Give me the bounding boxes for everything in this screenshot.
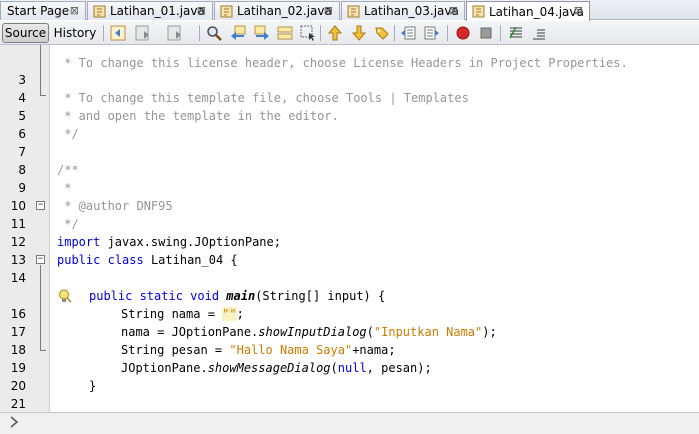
code-line-15: String nama = ""; <box>0 269 699 321</box>
toolbar-separator <box>447 25 448 41</box>
code-line-8: 8 * <box>0 143 699 195</box>
start-macro-icon[interactable] <box>455 25 471 41</box>
code-line-5: 5 */ <box>0 89 699 141</box>
forward-icon[interactable] <box>135 25 151 41</box>
code-editor[interactable]: − − * To change this license header, cho… <box>0 45 699 412</box>
code-line-19: 19 } <box>0 341 699 393</box>
code-line-18: 18 JOptionPane.showMessageDialog(null, p… <box>0 323 699 375</box>
tab-label: Latihan_04.java <box>489 4 584 19</box>
next-bookmark-icon[interactable] <box>351 25 367 41</box>
select-icon[interactable] <box>300 25 316 41</box>
tab-label: Latihan_03.java <box>364 4 459 18</box>
code-line-9: 9 * @author DNF95 <box>0 161 699 213</box>
close-icon[interactable]: ⊠ <box>70 4 79 17</box>
stop-macro-icon[interactable] <box>478 25 494 41</box>
code-line-12: 12 public class Latihan_04 { <box>0 215 699 267</box>
toggle-bookmark-icon[interactable] <box>374 25 390 41</box>
tab-label: Latihan_01.java <box>110 4 205 18</box>
code-line-16: 16 nama = JOptionPane.showInputDialog("I… <box>0 287 699 339</box>
source-button[interactable]: Source <box>2 23 49 43</box>
java-file-icon <box>220 5 233 18</box>
tab-latihan-03[interactable]: Latihan_03.java ⊠ <box>341 1 465 20</box>
toolbar-separator <box>103 25 104 41</box>
code-line-6: 6 <box>0 107 699 141</box>
toolbar-separator <box>394 25 395 41</box>
code-line-4: 4 * and open the template in the editor. <box>0 71 699 123</box>
find-next-icon[interactable] <box>254 25 270 41</box>
previous-bookmark-icon[interactable] <box>327 25 343 41</box>
tab-latihan-04[interactable]: Latihan_04.java ⊠ <box>466 1 590 21</box>
editor-toolbar: Source History <box>0 21 699 45</box>
shift-right-icon[interactable] <box>424 25 440 41</box>
close-icon[interactable]: ⊠ <box>449 4 458 17</box>
expand-chevron-icon[interactable] <box>8 415 20 433</box>
code-line-14: 14 public static void main(String[] inpu… <box>0 251 699 303</box>
code-line-22: 22 <box>0 395 699 412</box>
tab-start-page[interactable]: Start Page ⊠ <box>0 1 86 20</box>
java-file-icon <box>93 5 106 18</box>
toolbar-separator <box>199 25 200 41</box>
toolbar-separator <box>500 25 501 41</box>
toggle-highlight-icon[interactable] <box>277 25 293 41</box>
java-file-icon <box>347 5 360 18</box>
history-button[interactable]: History <box>52 23 98 43</box>
tab-latihan-01[interactable]: Latihan_01.java ⊠ <box>87 1 213 20</box>
hint-bulb-icon[interactable] <box>15 271 72 303</box>
tab-latihan-02[interactable]: Latihan_02.java ⊠ <box>214 1 340 20</box>
code-line-13: 13 <box>0 233 699 267</box>
code-line-17: 17 String pesan = "Hallo Nama Saya"+nama… <box>0 305 699 357</box>
shift-left-icon[interactable] <box>400 25 416 41</box>
uncomment-icon[interactable] <box>531 25 547 41</box>
java-file-icon <box>472 5 485 18</box>
tab-label: Start Page <box>7 4 70 18</box>
history-forward-icon[interactable] <box>167 25 183 41</box>
code-line-20: 20 <box>0 359 699 393</box>
close-icon[interactable]: ⊠ <box>197 4 206 17</box>
code-line-7: 7 /** <box>0 125 699 177</box>
back-icon[interactable] <box>110 25 126 41</box>
code-line-3: 3 * To change this template file, choose… <box>0 53 699 105</box>
code-line-11: 11 import javax.swing.JOptionPane; <box>0 197 699 249</box>
bottom-panel-bar <box>0 412 699 434</box>
toolbar-separator <box>320 25 321 41</box>
comment-icon[interactable] <box>508 25 524 41</box>
find-icon[interactable] <box>206 25 222 41</box>
code-line-21: 21 } <box>0 377 699 411</box>
code-line-10: 10 */ <box>0 179 699 231</box>
close-icon[interactable]: ⊠ <box>574 4 583 17</box>
editor-tab-bar: Start Page ⊠ Latihan_01.java ⊠ Latihan_0… <box>0 0 699 21</box>
tab-label: Latihan_02.java <box>237 4 332 18</box>
find-previous-icon[interactable] <box>230 25 246 41</box>
close-icon[interactable]: ⊠ <box>324 4 333 17</box>
